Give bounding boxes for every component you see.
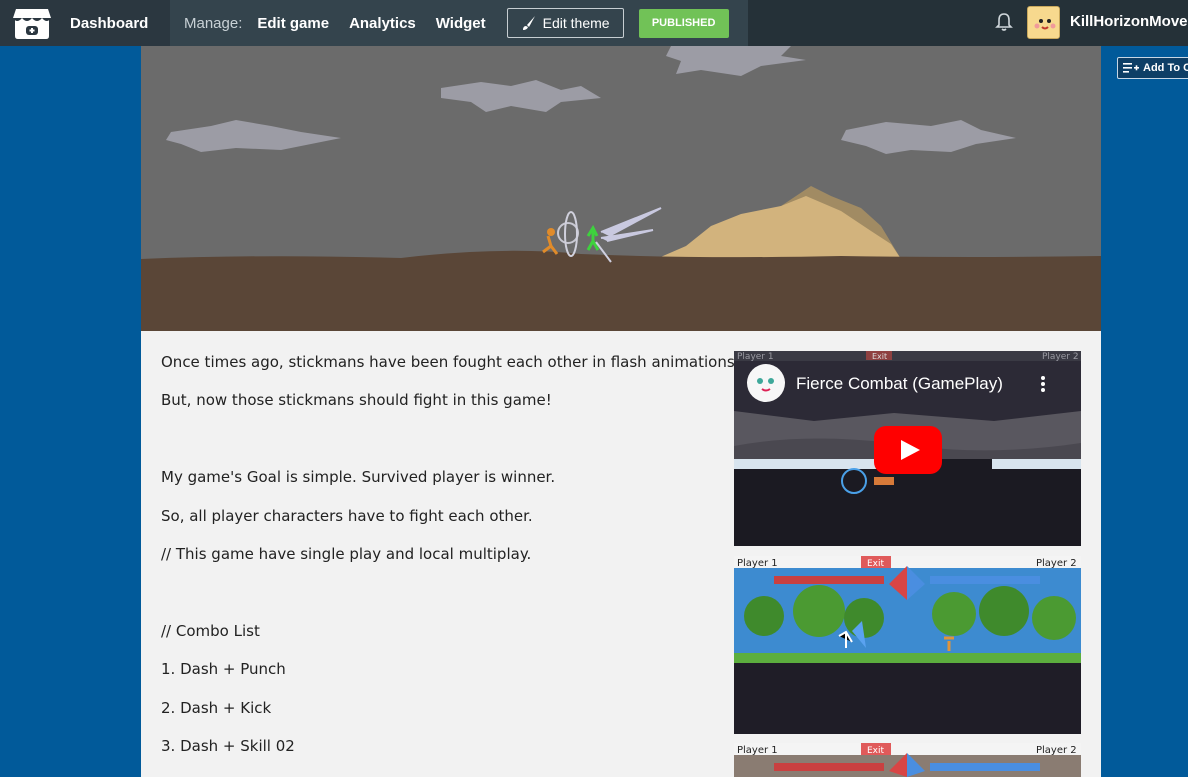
youtube-embed[interactable]: Player 1 Exit Player 2 Fierce Combat (Ga…	[734, 351, 1081, 546]
screenshot-exit-label: Exit	[867, 746, 885, 756]
playlist-add-icon	[1123, 63, 1139, 73]
description-line: But, now those stickmans should fight in…	[161, 391, 552, 409]
game-screenshot[interactable]: Player 1 Exit Player 2	[734, 743, 1081, 777]
published-badge[interactable]: PUBLISHED	[638, 8, 729, 38]
description-line: // Combo List	[161, 622, 260, 640]
more-options-icon[interactable]	[1040, 375, 1046, 393]
video-hud-player1: Player 1	[737, 352, 774, 362]
description-line: // This game have single play and local …	[161, 545, 532, 563]
video-hud-player2: Player 2	[1042, 352, 1079, 362]
bell-icon[interactable]	[993, 11, 1015, 33]
username[interactable]: KillHorizonMove	[1070, 13, 1188, 30]
description-line: My game's Goal is simple. Survived playe…	[161, 468, 556, 486]
screenshot-image: Player 1 Exit Player 2	[734, 556, 1081, 734]
video-title[interactable]: Fierce Combat (GamePlay)	[796, 374, 1003, 394]
screenshot-image: Player 1 Exit Player 2	[734, 743, 1081, 777]
widget-link[interactable]: Widget	[436, 15, 486, 32]
manage-label: Manage:	[184, 14, 243, 32]
game-screenshot[interactable]: Player 1 Exit Player 2	[734, 556, 1081, 734]
add-to-collection-button[interactable]: Add To C	[1117, 57, 1188, 79]
dashboard-link[interactable]: Dashboard	[0, 0, 170, 46]
description-line: 1. Dash + Punch	[161, 660, 286, 678]
brush-icon	[522, 16, 535, 30]
itchio-logo-icon	[13, 9, 51, 39]
top-bar: Dashboard Manage: Edit game Analytics Wi…	[0, 0, 1188, 46]
edit-theme-label: Edit theme	[542, 15, 610, 31]
youtube-play-icon[interactable]	[874, 426, 942, 474]
game-banner-image	[141, 46, 1101, 331]
user-avatar-icon	[1028, 7, 1059, 38]
analytics-link[interactable]: Analytics	[349, 15, 416, 32]
dashboard-label: Dashboard	[70, 14, 149, 32]
game-page: Once times ago, stickmans have been foug…	[141, 46, 1101, 777]
screenshot-player1-label: Player 1	[737, 558, 778, 569]
manage-toolbar: Manage: Edit game Analytics Widget Edit …	[170, 0, 748, 46]
avatar[interactable]	[1027, 6, 1060, 39]
channel-avatar-icon	[747, 364, 785, 402]
description-line: So, all player characters have to fight …	[161, 507, 533, 525]
screenshot-player2-label: Player 2	[1036, 558, 1077, 569]
description-line: 2. Dash + Kick	[161, 699, 272, 717]
edit-theme-button[interactable]: Edit theme	[506, 8, 624, 38]
screenshot-exit-label: Exit	[867, 559, 885, 569]
description-line: 3. Dash + Skill 02	[161, 737, 295, 755]
screenshot-player1-label: Player 1	[737, 745, 778, 756]
add-to-collection-label: Add To C	[1143, 62, 1188, 74]
description-line: Once times ago, stickmans have been foug…	[161, 353, 740, 371]
video-hud-exit: Exit	[872, 352, 887, 361]
screenshot-player2-label: Player 2	[1036, 745, 1077, 756]
edit-game-link[interactable]: Edit game	[257, 15, 329, 32]
